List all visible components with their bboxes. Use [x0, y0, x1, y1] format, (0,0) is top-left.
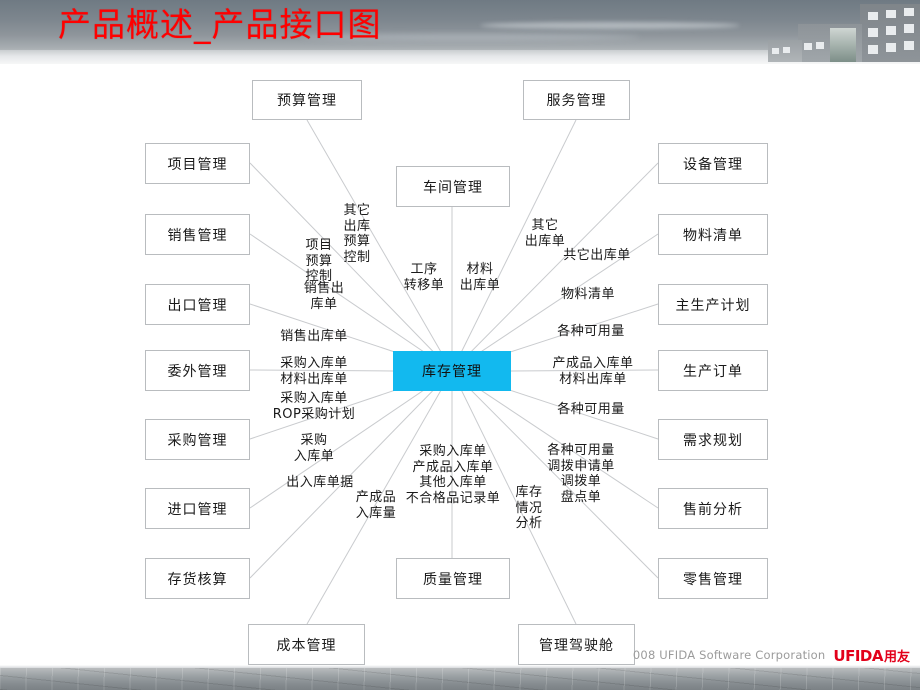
diagram-node[interactable]: 销售管理: [145, 214, 250, 255]
diagram-node[interactable]: 生产订单: [658, 350, 768, 391]
building-photo: [768, 0, 920, 62]
logo-text-cn: 用友: [883, 649, 910, 665]
cloud-streak-icon: [480, 22, 740, 29]
diagram-node[interactable]: 预算管理: [252, 80, 362, 120]
diagram-node[interactable]: 需求规划: [658, 419, 768, 460]
diagram-edge-label: 各种可用量: [557, 324, 625, 339]
diagram-edge-label: 销售出 库单: [303, 281, 345, 312]
diagram-edge-label: 项目 预算 控制: [305, 238, 333, 284]
diagram-node[interactable]: 出口管理: [145, 284, 250, 325]
diagram-edge-label: 产成品 入库量: [355, 490, 397, 521]
page-title: 产品概述_产品接口图: [58, 5, 382, 44]
diagram-node[interactable]: 存货核算: [145, 558, 250, 599]
diagram-edge-label: 销售出库单: [280, 329, 348, 344]
diagram-node[interactable]: 车间管理: [396, 166, 510, 207]
diagram-edge-label: 采购入库单 产成品入库单 其他入库单 不合格品记录单: [405, 444, 501, 506]
diagram-node[interactable]: 委外管理: [145, 350, 250, 391]
diagram-edge-label: 各种可用量: [557, 402, 625, 417]
diagram-edge-label: 材料 出库单: [459, 262, 501, 293]
diagram-node[interactable]: 设备管理: [658, 143, 768, 184]
diagram-node[interactable]: 质量管理: [396, 558, 510, 599]
diagram-edge-label: 各种可用量 调拨申请单 调拨单 盘点单: [547, 443, 615, 505]
diagram-edge-label: 共它出库单: [563, 248, 631, 263]
copyright-text: 008 UFIDA Software Corporation: [632, 648, 826, 662]
diagram-node[interactable]: 进口管理: [145, 488, 250, 529]
diagram-edge-label: 其它 出库单: [524, 218, 566, 249]
diagram-node[interactable]: 项目管理: [145, 143, 250, 184]
diagram-edge-label: 工序 转移单: [403, 262, 445, 293]
pavement-photo-strip: [0, 668, 920, 690]
diagram-edge-label: 物料清单: [560, 287, 616, 302]
diagram-edge-label: 库存 情况 分析: [515, 485, 543, 531]
logo-text-en: UFIDA: [833, 646, 883, 665]
diagram-edge-label: 采购入库单 材料出库单: [280, 356, 348, 387]
diagram-node[interactable]: 售前分析: [658, 488, 768, 529]
slide-footer: 008 UFIDA Software Corporation UFIDA 用友: [0, 644, 920, 666]
diagram-edge-label: 采购 入库单: [293, 433, 335, 464]
diagram-edge-label: 其它 出库 预算 控制: [343, 203, 371, 265]
diagram-edge-label: 产成品入库单 材料出库单: [552, 356, 634, 387]
ufida-logo: UFIDA 用友: [833, 646, 910, 665]
diagram-node[interactable]: 物料清单: [658, 214, 768, 255]
diagram-edge-label: 采购入库单 ROP采购计划: [272, 391, 356, 422]
diagram-node[interactable]: 主生产计划: [658, 284, 768, 325]
diagram-node[interactable]: 零售管理: [658, 558, 768, 599]
diagram-edge-label: 出入库单据: [286, 475, 354, 490]
diagram-node[interactable]: 采购管理: [145, 419, 250, 460]
diagram-center-node[interactable]: 库存管理: [393, 351, 511, 391]
slide-canvas: 产品概述_产品接口图 预算管理 服务管理 项目管理 设备管理 车间管理 销售管理…: [0, 0, 920, 690]
diagram-node[interactable]: 服务管理: [523, 80, 630, 120]
